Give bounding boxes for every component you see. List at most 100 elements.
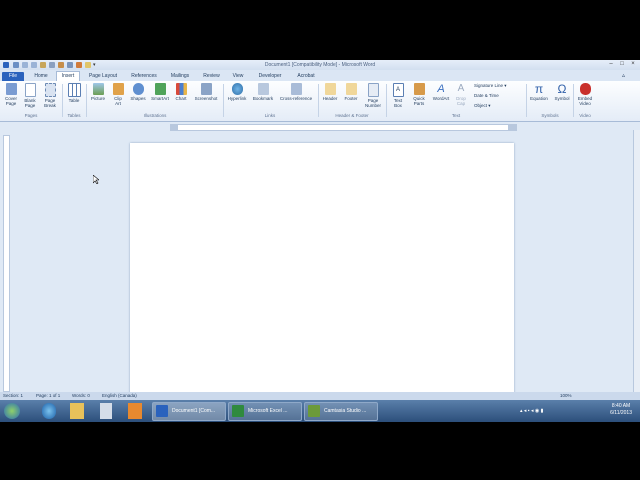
- title-bar: ▾ Document1 [Compatibility Mode] - Micro…: [0, 60, 640, 70]
- ruler-bar: [170, 124, 517, 131]
- excel-icon: [232, 405, 244, 417]
- taskbar-clock[interactable]: 8:40 AM 6/11/2013: [610, 403, 632, 417]
- picture-icon: [92, 83, 104, 95]
- ribbon-collapse-icon[interactable]: ▵: [622, 72, 625, 79]
- page-number-button[interactable]: Page Number: [362, 83, 384, 111]
- vertical-scrollbar[interactable]: [633, 130, 640, 392]
- tab-references[interactable]: References: [126, 72, 162, 81]
- chart-button[interactable]: Chart: [172, 83, 190, 111]
- file-explorer-icon[interactable]: [70, 403, 84, 419]
- status-words[interactable]: Words: 0: [72, 393, 90, 398]
- blank-page-button[interactable]: Blank Page: [21, 83, 39, 111]
- ruler-right-margin: [508, 125, 516, 130]
- divider: [86, 84, 87, 117]
- bookmark-button[interactable]: Bookmark: [250, 83, 276, 111]
- group-label-text: Text: [451, 113, 461, 118]
- group-label-video: Video: [579, 113, 591, 118]
- system-tray-icons[interactable]: ▴ ◂ ▪ ◂ ◉ ▮: [520, 408, 543, 414]
- bookmark-icon: [257, 83, 269, 95]
- vertical-ruler[interactable]: [3, 135, 10, 392]
- cross-reference-button[interactable]: Cross-reference: [276, 83, 316, 111]
- word-icon: [156, 405, 168, 417]
- tab-mailings[interactable]: Mailings: [166, 72, 194, 81]
- footer-button[interactable]: Footer: [341, 83, 361, 111]
- tab-file[interactable]: File: [2, 72, 24, 81]
- page-break-button[interactable]: Page Break: [40, 83, 60, 111]
- smartart-button[interactable]: SmartArt: [148, 83, 172, 111]
- group-label-tables: Tables: [67, 113, 81, 118]
- window-title: Document1 [Compatibility Mode] - Microso…: [264, 62, 376, 68]
- tab-view[interactable]: View: [228, 72, 248, 81]
- group-label-links: Links: [264, 113, 276, 118]
- internet-explorer-icon[interactable]: [42, 403, 56, 419]
- divider: [386, 84, 387, 117]
- wordart-icon: A: [437, 83, 445, 95]
- page-break-icon: [44, 83, 56, 97]
- embed-video-button[interactable]: Embed Video: [575, 83, 595, 111]
- status-language[interactable]: English (Canada): [102, 393, 137, 398]
- tab-page-layout[interactable]: Page Layout: [84, 72, 122, 81]
- notepad-icon[interactable]: [100, 403, 112, 419]
- minimize-icon[interactable]: –: [606, 61, 616, 68]
- equation-button[interactable]: π Equation: [528, 83, 550, 111]
- divider: [62, 84, 63, 117]
- divider: [526, 84, 527, 117]
- close-icon[interactable]: ×: [628, 61, 638, 68]
- header-button[interactable]: Header: [320, 83, 340, 111]
- taskbar-item-excel[interactable]: Microsoft Excel ...: [228, 402, 302, 421]
- ribbon-insert: Cover Page Blank Page Page Break Table Pict…: [0, 81, 640, 122]
- wordart-button[interactable]: A WordArt: [430, 83, 452, 111]
- taskbar-item-word[interactable]: Document1 [Com...: [152, 402, 226, 421]
- status-section[interactable]: Section: 1: [3, 393, 23, 398]
- ruler-left-margin: [170, 125, 178, 130]
- drop-cap-icon: A: [457, 83, 465, 94]
- picture-button[interactable]: Picture: [88, 83, 108, 111]
- signature-line-label: Signature Line: [474, 83, 504, 88]
- cross-reference-icon: [290, 83, 302, 95]
- quick-parts-button[interactable]: Quick Parts: [408, 83, 430, 111]
- drop-cap-button[interactable]: A Drop Cap: [452, 83, 470, 111]
- clock-date: 6/11/2013: [610, 410, 632, 416]
- group-label-header-footer: Header & Footer: [335, 113, 369, 118]
- cover-page-button[interactable]: Cover Page: [2, 83, 20, 111]
- blank-page-icon: [24, 83, 36, 97]
- shapes-button[interactable]: Shapes: [128, 83, 148, 111]
- symbol-icon: Ω: [557, 82, 567, 96]
- windows-taskbar: Document1 [Com... Microsoft Excel ... Ca…: [0, 400, 640, 422]
- tab-home[interactable]: Home: [30, 72, 52, 81]
- object-label: Object: [474, 103, 488, 108]
- tab-acrobat[interactable]: Acrobat: [292, 72, 320, 81]
- chart-icon: [175, 83, 187, 95]
- date-time-button[interactable]: Date & Time: [474, 93, 499, 98]
- document-page[interactable]: [130, 143, 514, 395]
- object-button[interactable]: Object ▾: [474, 103, 491, 109]
- zoom-level[interactable]: 100%: [560, 393, 572, 398]
- divider: [318, 84, 319, 117]
- table-button[interactable]: Table: [64, 83, 84, 111]
- horizontal-ruler[interactable]: [0, 122, 640, 131]
- embed-video-icon: [579, 83, 591, 95]
- clock-time: 8:40 AM: [611, 403, 631, 409]
- outlook-icon[interactable]: [128, 403, 142, 419]
- group-label-symbols: Symbols: [541, 113, 559, 118]
- screenshot-button[interactable]: Screenshot: [190, 83, 222, 111]
- status-bar: Section: 1 Page: 1 of 1 Words: 0 English…: [0, 392, 640, 400]
- clip-art-button[interactable]: Clip Art: [108, 83, 128, 111]
- hyperlink-button[interactable]: Hyperlink: [224, 83, 250, 111]
- symbol-button[interactable]: Ω Symbol: [552, 83, 572, 111]
- tab-review[interactable]: Review: [199, 72, 224, 81]
- tab-insert[interactable]: Insert: [56, 71, 80, 81]
- status-page[interactable]: Page: 1 of 1: [36, 393, 60, 398]
- maximize-icon[interactable]: □: [617, 61, 627, 68]
- text-box-button[interactable]: A Text Box: [388, 83, 408, 111]
- cover-page-icon: [5, 83, 17, 95]
- signature-line-button[interactable]: Signature Line ▾: [474, 83, 507, 89]
- tab-developer[interactable]: Developer: [254, 72, 286, 81]
- ribbon-tabs: File Home Insert Page Layout References …: [0, 70, 640, 81]
- quick-parts-icon: [413, 83, 425, 95]
- taskbar-item-camtasia[interactable]: Camtasia Studio ...: [304, 402, 378, 421]
- divider: [573, 84, 574, 117]
- equation-icon: π: [534, 82, 544, 96]
- group-label-illustrations: Illustrations: [143, 113, 167, 118]
- start-button-icon[interactable]: [4, 403, 20, 419]
